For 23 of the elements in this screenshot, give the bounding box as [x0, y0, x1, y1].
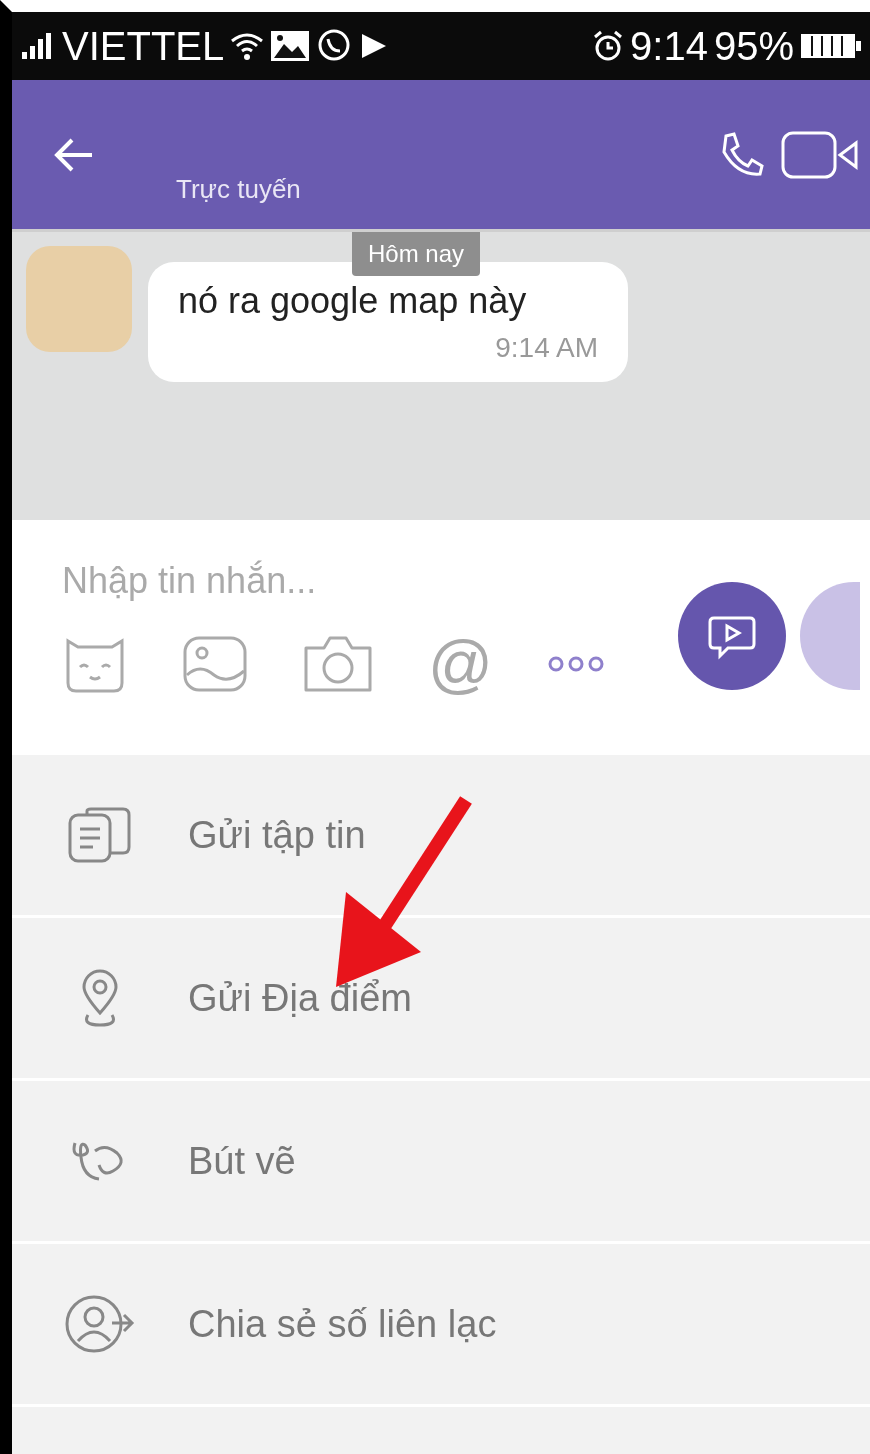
menu-label: Gửi tập tin: [188, 813, 366, 857]
menu-item[interactable]: Bút vẽ: [12, 1081, 870, 1244]
share-contact-icon: [64, 1293, 136, 1355]
menu-label: Chia sẻ số liên lạc: [188, 1302, 497, 1346]
mention-icon[interactable]: @: [428, 632, 493, 696]
message-text: nó ra google map này: [178, 280, 528, 322]
battery-percent: 95%: [713, 26, 794, 66]
carrier-name: VIETTEL: [62, 26, 225, 66]
more-icon[interactable]: [546, 656, 605, 672]
battery-icon: [800, 32, 862, 60]
message-time: 9:14 AM: [495, 332, 598, 364]
gallery-icon[interactable]: [182, 635, 248, 693]
clock-time: 9:14: [630, 26, 708, 66]
message-input[interactable]: Nhập tin nhắn...: [62, 560, 662, 602]
menu-item[interactable]: Chia sẻ số liên lạc: [12, 1244, 870, 1407]
wifi-icon: [230, 31, 265, 61]
alarm-icon: [592, 30, 625, 62]
menu-label: Bút vẽ: [188, 1139, 296, 1183]
online-status: Trực tuyến: [176, 174, 301, 205]
camera-icon[interactable]: [302, 634, 374, 694]
image-icon: [270, 30, 311, 62]
menu-label: Gửi Địa điểm: [188, 976, 412, 1020]
date-label: Hôm nay: [352, 232, 481, 276]
